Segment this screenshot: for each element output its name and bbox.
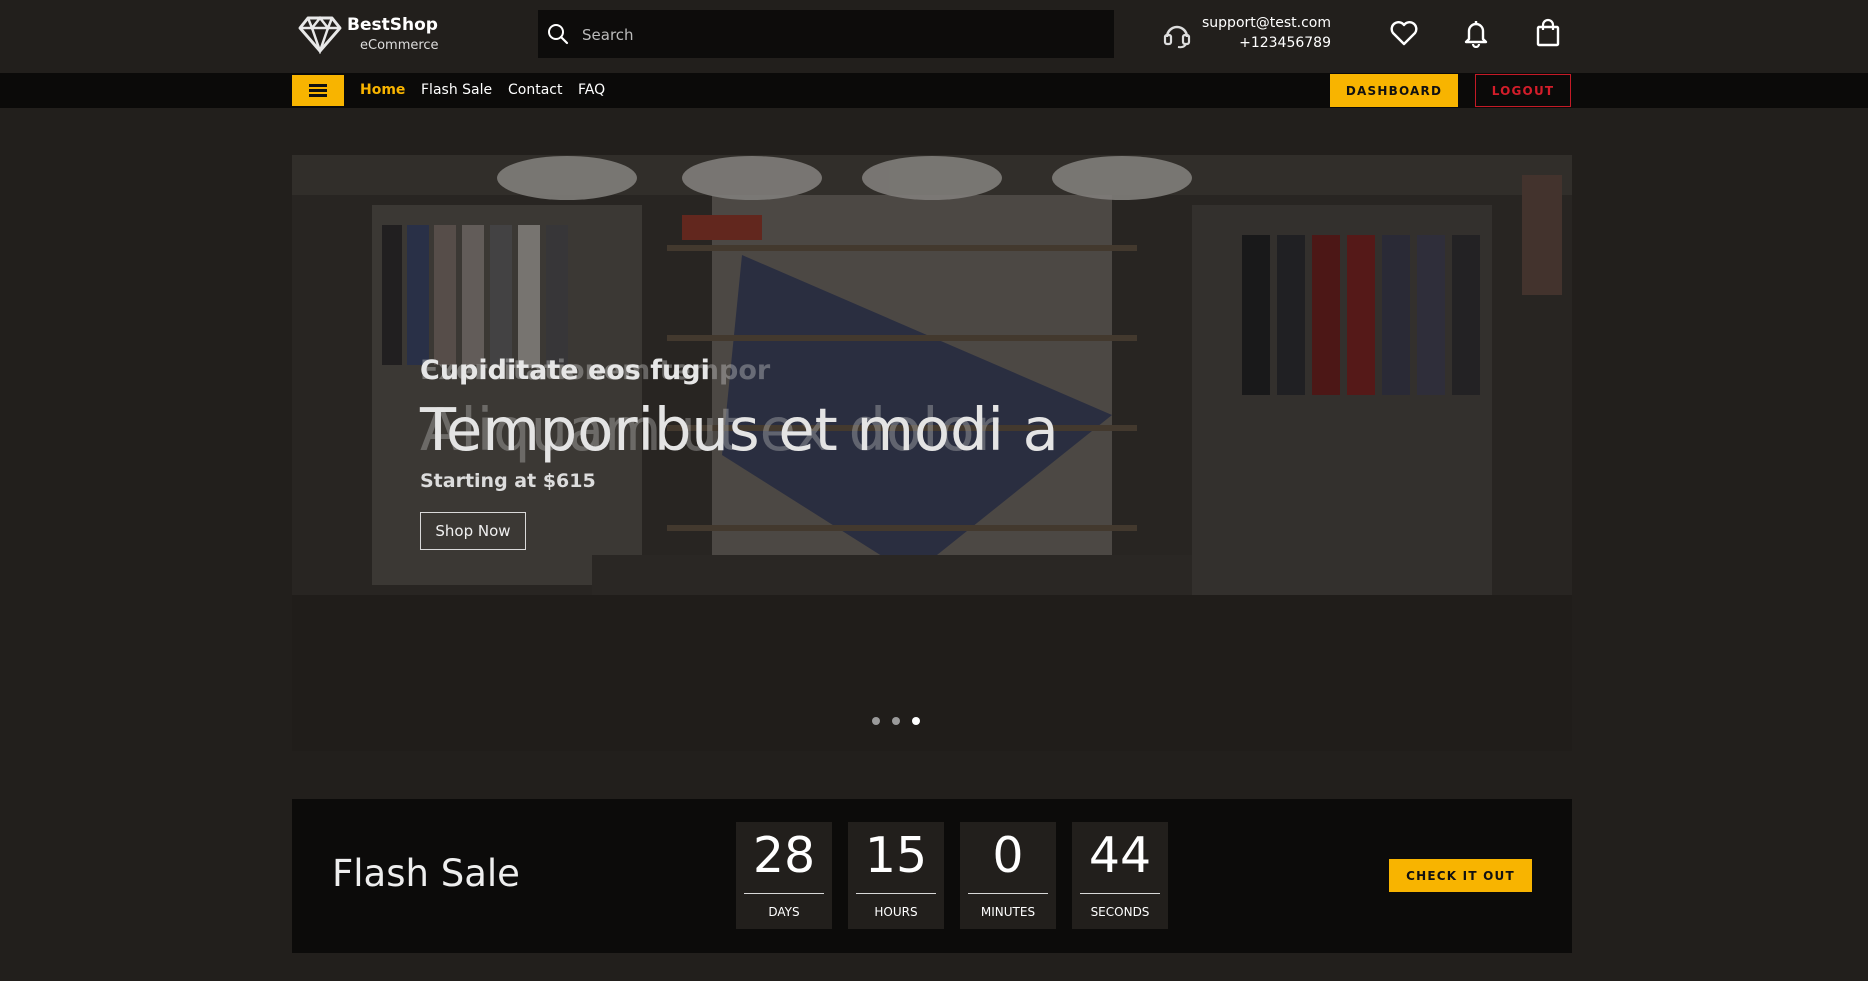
shopping-bag-icon[interactable]: [1533, 18, 1563, 48]
countdown-seconds: 44 SECONDS: [1072, 822, 1168, 929]
countdown-seconds-label: SECONDS: [1090, 905, 1150, 919]
shop-now-button[interactable]: Shop Now: [420, 512, 526, 550]
countdown-hours-label: HOURS: [874, 905, 918, 919]
countdown-seconds-value: 44: [1088, 827, 1152, 884]
carousel-dot-3[interactable]: [912, 717, 920, 725]
countdown-days-value: 28: [752, 827, 816, 884]
search-input[interactable]: [580, 10, 1104, 60]
countdown-minutes: 0 MINUTES: [960, 822, 1056, 929]
search-icon[interactable]: [546, 22, 570, 46]
carousel-indicators: [872, 717, 932, 727]
hero-subtitle: Cupiditate eos fugi: [420, 355, 710, 386]
carousel-dot-1[interactable]: [872, 717, 880, 725]
hamburger-menu-icon[interactable]: [292, 75, 344, 106]
hero-carousel[interactable]: Exercitationem tempor Cupiditate eos fug…: [292, 155, 1572, 751]
search-bar: [538, 10, 1114, 60]
heart-icon[interactable]: [1389, 18, 1419, 48]
hero-price: Starting at $615: [420, 470, 596, 492]
nav-link-flash-sale[interactable]: Flash Sale: [421, 82, 492, 98]
countdown-hours-value: 15: [864, 827, 928, 884]
support-phone[interactable]: +123456789: [1239, 35, 1331, 51]
brand-logo[interactable]: BestShop eCommerce: [298, 12, 448, 56]
diamond-icon: [298, 15, 342, 54]
nav-link-contact[interactable]: Contact: [508, 82, 562, 98]
countdown-hours: 15 HOURS: [848, 822, 944, 929]
countdown-days-label: DAYS: [768, 905, 800, 919]
nav-link-faq[interactable]: FAQ: [578, 82, 605, 98]
logout-button[interactable]: LOGOUT: [1475, 74, 1571, 107]
dashboard-button[interactable]: DASHBOARD: [1330, 74, 1458, 107]
support-email[interactable]: support@test.com: [1202, 15, 1331, 31]
top-header: BestShop eCommerce support@test.com +123…: [0, 0, 1868, 73]
support-contact: support@test.com +123456789: [1160, 14, 1340, 56]
nav-link-home[interactable]: Home: [360, 82, 405, 98]
headset-icon: [1163, 25, 1191, 49]
flash-sale-label: Flash Sale: [332, 852, 520, 895]
countdown-minutes-value: 0: [992, 827, 1024, 884]
brand-tagline: eCommerce: [360, 38, 439, 53]
bell-icon[interactable]: [1461, 18, 1491, 48]
main-navbar: Home Flash Sale Contact FAQ DASHBOARD LO…: [0, 73, 1868, 108]
countdown-days: 28 DAYS: [736, 822, 832, 929]
flash-sale-banner: Flash Sale 28 DAYS 15 HOURS 0 MINUTES 44…: [292, 799, 1572, 953]
brand-name: BestShop: [347, 15, 438, 35]
hero-title: Temporibus et modi a: [420, 395, 1059, 464]
carousel-dot-2[interactable]: [892, 717, 900, 725]
countdown-minutes-label: MINUTES: [980, 905, 1036, 919]
check-it-out-button[interactable]: CHECK IT OUT: [1389, 859, 1532, 892]
